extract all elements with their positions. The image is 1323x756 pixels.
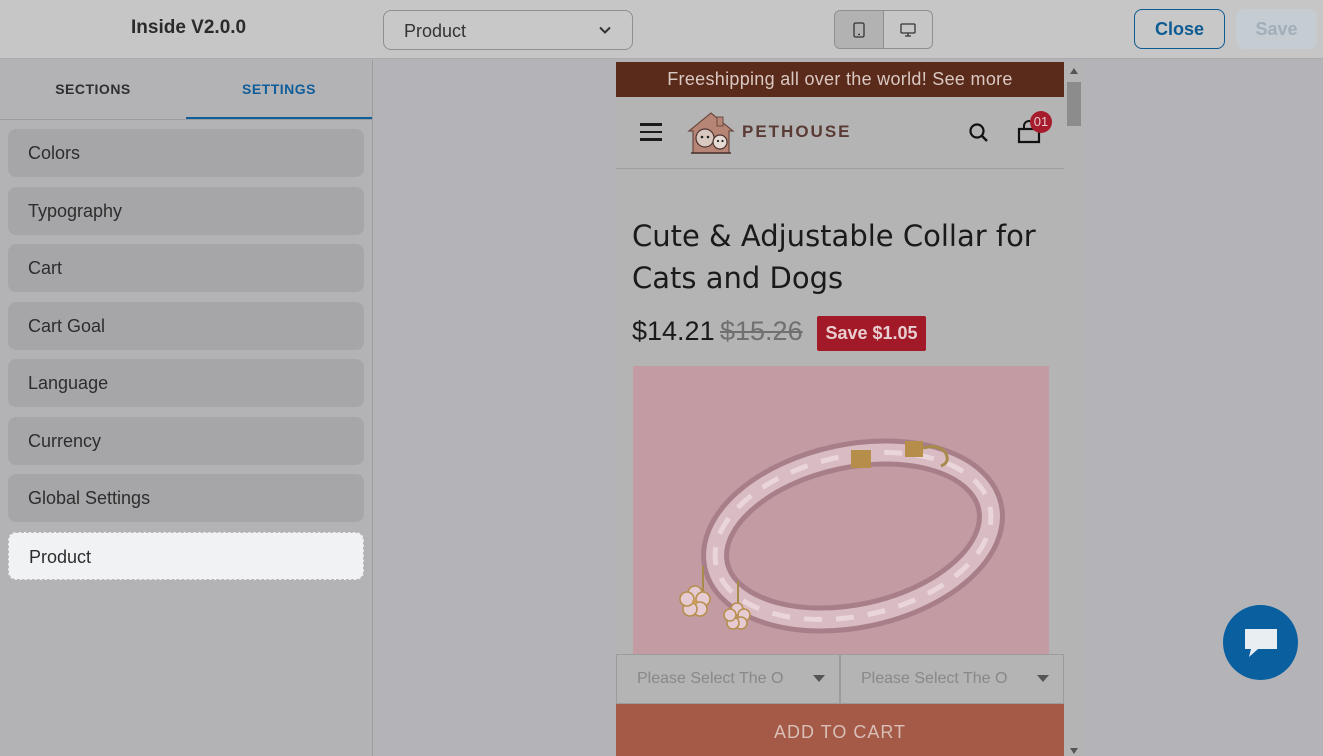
- chat-button[interactable]: [1223, 605, 1298, 680]
- chevron-down-icon: [599, 26, 611, 34]
- compare-at-price: $15.26: [720, 316, 803, 346]
- setting-item-global-settings[interactable]: Global Settings: [8, 474, 364, 522]
- desktop-icon: [900, 22, 916, 37]
- settings-list: Colors Typography Cart Cart Goal Languag…: [0, 120, 372, 598]
- preview-scrollbar[interactable]: [1064, 62, 1084, 756]
- top-bar: Inside V2.0.0 Product Close Save: [0, 0, 1323, 59]
- chat-icon: [1244, 628, 1277, 657]
- desktop-view-button[interactable]: [884, 11, 932, 48]
- setting-item-colors[interactable]: Colors: [8, 129, 364, 177]
- view-mode-toggle: [834, 10, 933, 49]
- scroll-down-icon[interactable]: [1070, 748, 1078, 754]
- caret-down-icon: [813, 675, 825, 682]
- save-badge: Save $1.05: [817, 316, 926, 351]
- variant-select-1-placeholder: Please Select The O: [637, 670, 784, 687]
- scroll-up-icon[interactable]: [1070, 68, 1078, 74]
- product-price: $14.21: [632, 316, 715, 346]
- product-title: Cute & Adjustable Collar for Cats and Do…: [632, 219, 1036, 295]
- page-select-value: Product: [404, 21, 467, 41]
- cart-count-badge: 01: [1030, 111, 1052, 133]
- page-select[interactable]: Product: [383, 10, 633, 50]
- sidebar-tabs: SECTIONS SETTINGS: [0, 60, 372, 120]
- search-icon[interactable]: [968, 122, 990, 144]
- setting-item-cart[interactable]: Cart: [8, 244, 364, 292]
- announcement-bar[interactable]: Freeshipping all over the world! See mor…: [616, 62, 1064, 97]
- collar-illustration: [633, 366, 1049, 666]
- add-to-cart-button[interactable]: ADD TO CART: [616, 704, 1064, 756]
- caret-down-icon: [1037, 675, 1049, 682]
- variant-select-1[interactable]: Please Select The O: [616, 654, 840, 704]
- tab-settings[interactable]: SETTINGS: [186, 60, 372, 119]
- mobile-icon: [853, 21, 865, 38]
- store-preview: Freeshipping all over the world! See mor…: [616, 60, 1064, 756]
- variant-select-2-placeholder: Please Select The O: [861, 670, 1008, 687]
- store-header: PETHOUSE 01: [616, 97, 1064, 169]
- settings-sidebar: SECTIONS SETTINGS Colors Typography Cart…: [0, 60, 373, 756]
- setting-item-language[interactable]: Language: [8, 359, 364, 407]
- mobile-view-button[interactable]: [835, 11, 884, 48]
- store-brand[interactable]: PETHOUSE: [742, 122, 852, 142]
- setting-item-typography[interactable]: Typography: [8, 186, 364, 235]
- menu-icon[interactable]: [640, 123, 662, 141]
- setting-item-product[interactable]: Product: [8, 531, 364, 580]
- product-image[interactable]: [633, 366, 1049, 666]
- setting-item-currency[interactable]: Currency: [8, 416, 364, 465]
- setting-item-cart-goal[interactable]: Cart Goal: [8, 301, 364, 350]
- scroll-thumb[interactable]: [1067, 82, 1081, 126]
- pethouse-logo: [687, 112, 735, 154]
- variant-select-2[interactable]: Please Select The O: [840, 654, 1064, 704]
- save-button[interactable]: Save: [1236, 9, 1317, 49]
- tab-sections[interactable]: SECTIONS: [0, 60, 186, 119]
- app-title: Inside V2.0.0: [131, 17, 247, 38]
- close-button[interactable]: Close: [1134, 9, 1225, 49]
